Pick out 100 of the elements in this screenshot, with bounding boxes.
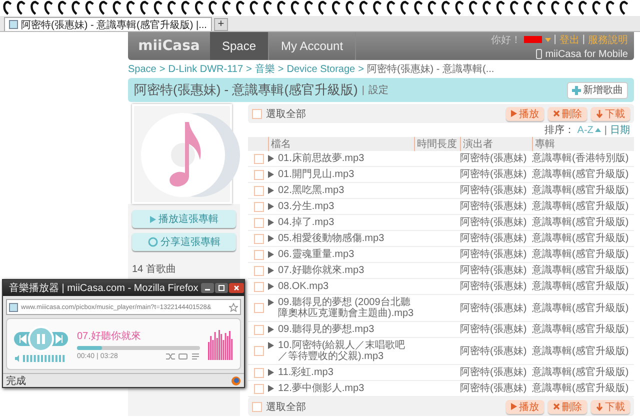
file-name[interactable]: 10.阿密特(給親人／末唱歌吧／等待豐收的父親).mp3	[268, 340, 414, 362]
delete-button[interactable]: 刪除	[548, 106, 587, 120]
refresh-icon	[148, 237, 158, 247]
column-header[interactable]: 檔名	[268, 137, 414, 151]
download-icon	[596, 402, 603, 410]
table-cell-text: 意識專輯(感官升級版)	[532, 217, 630, 228]
checkbox[interactable]	[254, 154, 264, 164]
file-name[interactable]: 09.聽得見的夢想.mp3	[268, 324, 414, 335]
file-name[interactable]: 03.分生.mp3	[268, 201, 414, 212]
checkbox[interactable]	[254, 346, 264, 356]
file-name[interactable]: 07.好聽你就來.mp3	[268, 265, 414, 276]
minimize-icon[interactable]	[201, 283, 214, 293]
file-name[interactable]: 06.靈魂重量.mp3	[268, 249, 414, 260]
table-cell-text: 阿密特(張惠妹)	[460, 185, 528, 196]
play-album-button[interactable]: 播放這張專輯	[132, 210, 236, 228]
playback-controls-drawing[interactable]	[13, 326, 69, 352]
file-name[interactable]: 09.聽得見的夢想 (2009台北聽障奧林匹克運動會主題曲).mp3	[268, 297, 414, 319]
breadcrumb-separator: >	[159, 64, 166, 74]
checkbox[interactable]	[254, 250, 264, 260]
table-cell-text: 阿密特(張惠妹)	[460, 249, 528, 260]
breadcrumb-link[interactable]: Space	[128, 64, 156, 74]
star-icon[interactable]	[229, 302, 238, 312]
checkbox[interactable]	[252, 108, 262, 118]
table-cell-text: 阿密特(張惠妹)	[460, 153, 528, 164]
breadcrumb-separator: >	[278, 64, 284, 74]
play-icon	[268, 385, 274, 392]
checkbox[interactable]	[254, 384, 264, 394]
play-button[interactable]: 播放	[506, 400, 544, 414]
checkbox[interactable]	[254, 266, 264, 276]
play-icon	[268, 267, 274, 274]
breadcrumb-separator: >	[246, 64, 252, 74]
progress-track[interactable]	[77, 346, 200, 350]
breadcrumb-link[interactable]: D-Link DWR-117	[168, 64, 244, 74]
separator: |	[362, 84, 364, 96]
nav-tab[interactable]: Space	[210, 32, 270, 60]
download-button[interactable]: 下載	[591, 106, 630, 120]
file-name[interactable]: 12.夢中側影人.mp3	[268, 383, 414, 394]
greeting-text: 你好！	[490, 34, 521, 46]
checkbox[interactable]	[254, 303, 264, 313]
table-cell-text: 阿密特(張惠妹)	[460, 324, 528, 335]
song-count: 14 首歌曲	[132, 262, 177, 276]
new-tab-button[interactable]: +	[214, 18, 228, 31]
share-album-button[interactable]: 分享這張專輯	[132, 233, 236, 251]
close-icon[interactable]	[229, 283, 244, 293]
breadcrumb-link[interactable]: 阿密特(張惠妹) - 意識專輯(...	[366, 62, 494, 76]
column-header[interactable]: 專輯	[532, 137, 634, 151]
breadcrumb-link[interactable]: 音樂	[254, 62, 275, 76]
table-cell-text: 意識專輯(感官升級版)	[532, 185, 630, 196]
table-cell-text: 阿密特(張惠妹)	[460, 346, 528, 356]
page-icon	[9, 20, 18, 29]
checkbox[interactable]	[254, 368, 264, 378]
checkbox[interactable]	[254, 218, 264, 228]
nav-tab[interactable]: My Account	[269, 32, 356, 60]
checkbox[interactable]	[254, 186, 264, 196]
download-button[interactable]: 下載	[591, 400, 630, 414]
checkbox[interactable]	[254, 282, 264, 292]
file-name[interactable]: 01.床前思故夢.mp3	[268, 153, 414, 164]
file-name[interactable]: 02.黑吃黑.mp3	[268, 185, 414, 196]
table-cell-text: 意識專輯(感官升級版)	[532, 249, 630, 260]
checkbox[interactable]	[254, 170, 264, 180]
checkbox[interactable]	[252, 402, 262, 412]
play-icon	[268, 155, 274, 162]
file-name[interactable]: 05.相愛後動物感傷.mp3	[268, 233, 414, 244]
column-header[interactable]: 演出者	[460, 137, 532, 151]
volume-drawing[interactable]	[15, 355, 67, 362]
maximize-icon[interactable]	[215, 283, 228, 293]
file-name[interactable]: 11.彩虹.mp3	[268, 367, 414, 378]
play-icon	[268, 171, 274, 178]
logo: miiCasa	[137, 37, 201, 56]
settings-link[interactable]: 設定	[368, 83, 388, 97]
checkbox[interactable]	[254, 202, 264, 212]
checkbox[interactable]	[254, 234, 264, 244]
album-title: 阿密特(張惠妹) - 意識專輯(感官升級版)	[134, 81, 358, 99]
separator: |	[554, 34, 556, 45]
sort-option[interactable]: A-Z	[577, 124, 602, 136]
table-cell-text: 意識專輯(感官升級版)	[532, 346, 630, 356]
sort-up-icon	[595, 128, 602, 132]
plus-icon	[572, 86, 581, 94]
file-name[interactable]: 08.OK.mp3	[268, 281, 414, 292]
breadcrumb-link[interactable]: Device Storage	[286, 64, 356, 74]
caret-icon	[544, 38, 551, 42]
mobile-link[interactable]: miiCasa for Mobile	[545, 48, 628, 60]
table-cell-text: 意識專輯(感官升級版)	[532, 367, 630, 378]
add-song-button[interactable]: 新增歌曲	[567, 82, 628, 98]
delete-button[interactable]: 刪除	[548, 400, 587, 414]
table-cell-text: 阿密特(張惠妹)	[460, 217, 528, 228]
file-name[interactable]: 04.掉了.mp3	[268, 217, 414, 228]
browser-tab[interactable]: 阿密特(張惠妹) - 意識專輯(感官升級版) |...	[4, 17, 212, 31]
file-name[interactable]: 01.開門見山.mp3	[268, 169, 414, 180]
status-text: 完成	[6, 374, 26, 388]
sort-option[interactable]: 日期	[610, 123, 630, 137]
play-icon	[268, 187, 274, 194]
breadcrumb-separator: >	[358, 64, 364, 74]
shuffle-repeat-list-icons-drawing[interactable]	[166, 352, 200, 360]
column-header[interactable]: 時間長度	[414, 137, 460, 151]
close-icon	[553, 110, 560, 117]
checkbox[interactable]	[254, 324, 264, 334]
play-icon	[268, 299, 274, 306]
table-cell-text: 阿密特(張惠妹)	[460, 367, 528, 378]
play-button[interactable]: 播放	[506, 106, 544, 120]
